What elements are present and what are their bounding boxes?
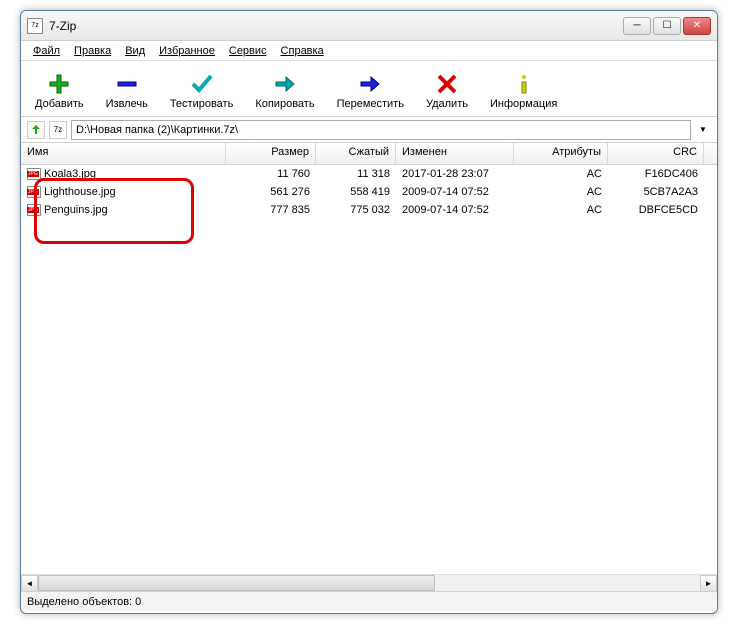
maximize-button[interactable]: ☐ <box>653 17 681 35</box>
file-name: Koala3.jpg <box>44 168 96 180</box>
file-crc: DBFCE5CD <box>608 204 704 216</box>
info-icon <box>512 72 536 96</box>
menubar: Файл Правка Вид Избранное Сервис Справка <box>21 41 717 61</box>
file-attr: AC <box>514 204 608 216</box>
file-rows: Koala3.jpg 11 760 11 318 2017-01-28 23:0… <box>21 165 717 219</box>
file-name: Penguins.jpg <box>44 204 108 216</box>
jpg-file-icon <box>27 204 41 216</box>
check-icon <box>190 72 214 96</box>
file-listview: Имя Размер Сжатый Изменен Атрибуты CRC K… <box>21 143 717 591</box>
col-name[interactable]: Имя <box>21 143 226 164</box>
file-size: 11 760 <box>226 168 316 180</box>
statusbar: Выделено объектов: 0 <box>21 591 717 611</box>
jpg-file-icon <box>27 186 41 198</box>
col-crc[interactable]: CRC <box>608 143 704 164</box>
file-modified: 2017-01-28 23:07 <box>396 168 514 180</box>
file-row[interactable]: Koala3.jpg 11 760 11 318 2017-01-28 23:0… <box>21 165 717 183</box>
move-arrow-icon <box>358 72 382 96</box>
col-packed[interactable]: Сжатый <box>316 143 396 164</box>
app-icon: 7z <box>27 18 43 34</box>
archive-icon: 7z <box>49 121 67 139</box>
horizontal-scrollbar[interactable]: ◄ ► <box>21 574 717 591</box>
close-button[interactable]: ✕ <box>683 17 711 35</box>
menu-favorites[interactable]: Избранное <box>153 43 221 59</box>
toolbar: Добавить Извлечь Тестировать Копировать … <box>21 61 717 117</box>
file-attr: AC <box>514 186 608 198</box>
column-headers: Имя Размер Сжатый Изменен Атрибуты CRC <box>21 143 717 165</box>
test-button[interactable]: Тестировать <box>166 70 238 112</box>
file-crc: 5CB7A2A3 <box>608 186 704 198</box>
file-size: 777 835 <box>226 204 316 216</box>
up-folder-button[interactable] <box>27 121 45 139</box>
minimize-button[interactable]: ─ <box>623 17 651 35</box>
col-modified[interactable]: Изменен <box>396 143 514 164</box>
menu-file[interactable]: Файл <box>27 43 66 59</box>
path-dropdown-button[interactable]: ▼ <box>695 125 711 134</box>
window-title: 7-Zip <box>49 19 623 33</box>
copy-arrow-icon <box>273 72 297 96</box>
move-button[interactable]: Переместить <box>333 70 408 112</box>
menu-view[interactable]: Вид <box>119 43 151 59</box>
file-size: 561 276 <box>226 186 316 198</box>
path-input[interactable] <box>71 120 691 140</box>
delete-x-icon <box>435 72 459 96</box>
minus-icon <box>115 72 139 96</box>
file-row[interactable]: Lighthouse.jpg 561 276 558 419 2009-07-1… <box>21 183 717 201</box>
menu-edit[interactable]: Правка <box>68 43 117 59</box>
file-modified: 2009-07-14 07:52 <box>396 186 514 198</box>
file-attr: AC <box>514 168 608 180</box>
jpg-file-icon <box>27 168 41 180</box>
plus-icon <box>47 72 71 96</box>
folder-up-icon <box>29 123 43 137</box>
file-row[interactable]: Penguins.jpg 777 835 775 032 2009-07-14 … <box>21 201 717 219</box>
delete-button[interactable]: Удалить <box>422 70 472 112</box>
file-modified: 2009-07-14 07:52 <box>396 204 514 216</box>
col-size[interactable]: Размер <box>226 143 316 164</box>
scroll-track[interactable] <box>38 575 700 591</box>
titlebar[interactable]: 7z 7-Zip ─ ☐ ✕ <box>21 11 717 41</box>
file-packed: 775 032 <box>316 204 396 216</box>
menu-tools[interactable]: Сервис <box>223 43 273 59</box>
scroll-right-button[interactable]: ► <box>700 575 717 591</box>
copy-button[interactable]: Копировать <box>251 70 318 112</box>
scroll-thumb[interactable] <box>38 575 435 591</box>
menu-help[interactable]: Справка <box>275 43 330 59</box>
pathbar: 7z ▼ <box>21 117 717 143</box>
status-text: Выделено объектов: 0 <box>27 596 141 608</box>
file-packed: 558 419 <box>316 186 396 198</box>
file-packed: 11 318 <box>316 168 396 180</box>
info-button[interactable]: Информация <box>486 70 561 112</box>
add-button[interactable]: Добавить <box>31 70 88 112</box>
file-name: Lighthouse.jpg <box>44 186 116 198</box>
app-window: 7z 7-Zip ─ ☐ ✕ Файл Правка Вид Избранное… <box>20 10 718 614</box>
scroll-left-button[interactable]: ◄ <box>21 575 38 591</box>
extract-button[interactable]: Извлечь <box>102 70 152 112</box>
file-crc: F16DC406 <box>608 168 704 180</box>
col-attributes[interactable]: Атрибуты <box>514 143 608 164</box>
